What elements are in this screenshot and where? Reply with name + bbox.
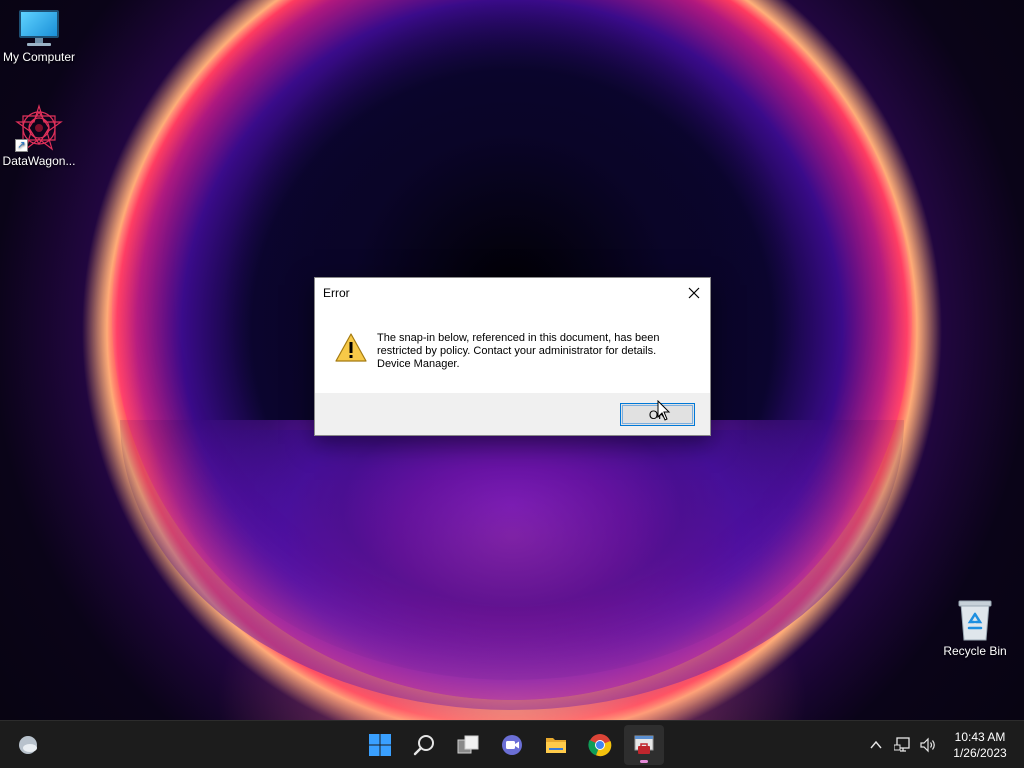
desktop-icon-my-computer[interactable]: My Computer	[0, 10, 78, 64]
start-button[interactable]	[360, 725, 400, 765]
datawagon-shortcut-icon: ↗	[15, 103, 63, 152]
active-app-indicator	[640, 760, 648, 763]
close-icon	[688, 287, 700, 299]
chevron-up-icon	[870, 740, 882, 749]
desktop-icon-datawagon[interactable]: ↗ DataWagon...	[0, 103, 78, 168]
recycle-bin-icon	[955, 598, 995, 642]
task-view-button[interactable]	[448, 725, 488, 765]
desktop-icon-label: Recycle Bin	[943, 644, 1007, 658]
warning-icon	[335, 333, 367, 363]
error-dialog: Error The snap-in below, referenced in t…	[314, 277, 711, 436]
chat-icon	[502, 735, 522, 755]
desktop-icon-recycle-bin[interactable]: Recycle Bin	[936, 598, 1014, 658]
taskbar: 10:43 AM 1/26/2023	[0, 720, 1024, 768]
file-explorer-icon	[546, 738, 566, 753]
dialog-footer: OK	[315, 393, 710, 435]
clock[interactable]: 10:43 AM 1/26/2023	[944, 729, 1016, 761]
mmc-icon	[634, 735, 654, 754]
search-button[interactable]	[404, 725, 444, 765]
clock-time: 10:43 AM	[954, 730, 1006, 744]
weather-widget-button[interactable]	[8, 725, 48, 765]
network-icon	[894, 737, 910, 752]
show-hidden-icons-button[interactable]	[866, 733, 886, 757]
computer-icon	[17, 10, 61, 48]
desktop-icon-label: DataWagon...	[2, 154, 76, 168]
dialog-title: Error	[323, 286, 350, 300]
weather-icon	[19, 736, 37, 754]
desktop-icon-label: My Computer	[2, 50, 76, 64]
close-button[interactable]	[678, 278, 710, 308]
dialog-message-line: The snap-in below, referenced in this do…	[377, 332, 660, 344]
dialog-message: The snap-in below, referenced in this do…	[377, 332, 697, 371]
shortcut-arrow-icon: ↗	[15, 139, 28, 152]
network-button[interactable]	[893, 733, 913, 757]
mouse-cursor-icon	[657, 400, 671, 421]
chat-button[interactable]	[492, 725, 532, 765]
clock-date: 1/26/2023	[953, 746, 1007, 760]
start-icon	[369, 734, 391, 756]
volume-button[interactable]	[918, 733, 938, 757]
volume-icon	[920, 737, 935, 753]
search-icon	[413, 735, 434, 756]
chrome-icon	[588, 734, 612, 757]
dialog-message-line: restricted by policy. Contact your admin…	[377, 345, 657, 357]
task-view-icon	[457, 735, 479, 754]
dialog-message-line: Device Manager.	[377, 358, 460, 370]
mmc-button[interactable]	[624, 725, 664, 765]
file-explorer-button[interactable]	[536, 725, 576, 765]
chrome-button[interactable]	[580, 725, 620, 765]
